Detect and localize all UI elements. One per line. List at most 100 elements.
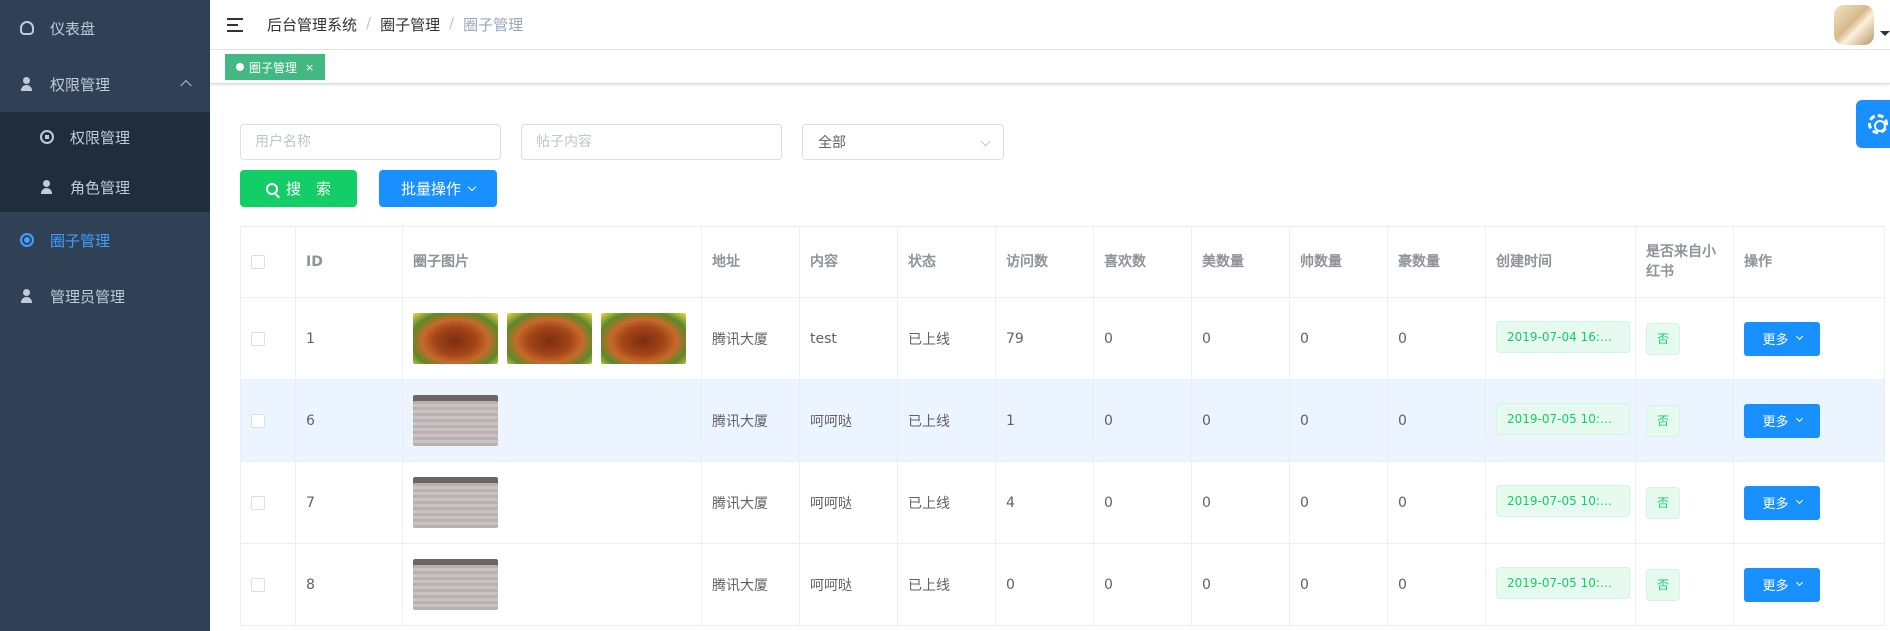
content-cell: 呵呵哒 [799, 379, 898, 462]
xhs-tag: 否 [1646, 404, 1680, 437]
images-cell [402, 461, 702, 544]
more-button[interactable]: 更多 [1744, 321, 1820, 356]
row-checkbox[interactable] [251, 413, 265, 428]
more-button-label: 更多 [1762, 497, 1789, 512]
column-header: 美数量 [1191, 226, 1290, 298]
sidebar-item-role[interactable]: 角色管理 [0, 162, 210, 212]
column-header: 状态 [897, 226, 996, 298]
circle-image[interactable] [413, 477, 498, 528]
breadcrumb: 后台管理系统 / 圈子管理 / 圈子管理 [267, 14, 523, 35]
sidebar-item-admin[interactable]: 管理员管理 [0, 268, 210, 324]
address-cell: 腾讯大厦 [701, 297, 800, 380]
content-input[interactable] [521, 124, 782, 160]
visits-cell: 79 [995, 297, 1094, 380]
avatar[interactable] [1834, 5, 1874, 45]
circle-image[interactable] [601, 313, 686, 364]
more-button[interactable]: 更多 [1744, 485, 1820, 520]
rich-cell: 0 [1387, 297, 1486, 380]
rich-cell: 0 [1387, 379, 1486, 462]
row-select-cell [240, 379, 296, 462]
beauty-cell: 0 [1191, 379, 1290, 462]
username-input[interactable] [240, 124, 501, 160]
tag-circle[interactable]: 圈子管理 × [225, 54, 326, 80]
status-select[interactable]: 全部 [802, 124, 1004, 160]
address-cell: 腾讯大厦 [701, 461, 800, 544]
table-row[interactable]: 8 腾讯大厦 呵呵哒 已上线 0 0 0 0 0 2019-07-05 10:0… [240, 543, 1885, 626]
sidebar-item-label: 圈子管理 [50, 231, 111, 250]
row-checkbox[interactable] [251, 577, 265, 592]
table-row[interactable]: 7 腾讯大厦 呵呵哒 已上线 4 0 0 0 0 2019-07-05 10:0… [240, 461, 1885, 544]
status-cell: 已上线 [897, 461, 996, 544]
table-header-row: ID 圈子图片 地址 内容 状态 访问数 喜欢数 美数量 帅数量 豪数量 创建时… [240, 226, 1885, 298]
likes-cell: 0 [1093, 543, 1192, 626]
sidebar-item-permission[interactable]: 权限管理 [0, 112, 210, 162]
row-checkbox[interactable] [251, 495, 265, 510]
created-time-tag: 2019-07-05 10:04:… [1496, 484, 1630, 517]
xhs-tag: 否 [1646, 568, 1680, 601]
content-cell: 呵呵哒 [799, 461, 898, 544]
content-cell: 呵呵哒 [799, 543, 898, 626]
circle-image[interactable] [413, 559, 498, 610]
beauty-cell: 0 [1191, 461, 1290, 544]
circle-image[interactable] [413, 313, 498, 364]
rich-cell: 0 [1387, 461, 1486, 544]
id-cell: 8 [295, 543, 403, 626]
visits-cell: 1 [995, 379, 1094, 462]
visits-cell: 0 [995, 543, 1094, 626]
search-button[interactable]: 搜 索 [240, 170, 357, 207]
column-header: ID [295, 226, 403, 298]
handsome-cell: 0 [1289, 379, 1388, 462]
id-cell: 6 [295, 379, 403, 462]
content-cell: test [799, 297, 898, 380]
beauty-cell: 0 [1191, 543, 1290, 626]
breadcrumb-item-home[interactable]: 后台管理系统 [267, 14, 357, 35]
handsome-cell: 0 [1289, 543, 1388, 626]
xhs-tag: 否 [1646, 486, 1680, 519]
action-cell: 更多 [1733, 543, 1885, 626]
created-cell: 2019-07-05 10:04:… [1485, 461, 1636, 544]
id-cell: 7 [295, 461, 403, 544]
handsome-cell: 0 [1289, 297, 1388, 380]
table-row[interactable]: 1 腾讯大厦 test 已上线 79 0 0 0 0 2019-07-04 16… [240, 297, 1885, 380]
circle-image[interactable] [413, 395, 498, 446]
user-icon [20, 289, 34, 303]
likes-cell: 0 [1093, 379, 1192, 462]
sidebar-item-label: 管理员管理 [50, 287, 126, 306]
settings-button[interactable] [1856, 100, 1890, 148]
chevron-down-icon [1795, 332, 1803, 341]
column-header: 内容 [799, 226, 898, 298]
visits-cell: 4 [995, 461, 1094, 544]
select-all-checkbox[interactable] [251, 255, 265, 269]
column-header: 访问数 [995, 226, 1094, 298]
circle-image[interactable] [507, 313, 592, 364]
table-row[interactable]: 6 腾讯大厦 呵呵哒 已上线 1 0 0 0 0 2019-07-05 10:0… [240, 379, 1885, 462]
breadcrumb-item-circle[interactable]: 圈子管理 [380, 14, 440, 35]
chevron-up-icon [180, 79, 192, 92]
hamburger-icon[interactable] [227, 17, 245, 32]
images-cell [402, 543, 702, 626]
xhs-cell: 否 [1635, 461, 1734, 544]
more-button[interactable]: 更多 [1744, 403, 1820, 438]
circle-table: ID 圈子图片 地址 内容 状态 访问数 喜欢数 美数量 帅数量 豪数量 创建时… [240, 226, 1885, 626]
more-button[interactable]: 更多 [1744, 567, 1820, 602]
chevron-down-icon [1795, 578, 1803, 587]
chevron-down-icon [980, 136, 991, 147]
sidebar-item-circle[interactable]: 圈子管理 [0, 212, 210, 268]
chevron-down-icon [467, 182, 477, 191]
batch-operation-button[interactable]: 批量操作 [379, 170, 497, 207]
sidebar-item-dashboard[interactable]: 仪表盘 [0, 0, 210, 56]
column-header: 圈子图片 [402, 226, 702, 298]
status-cell: 已上线 [897, 543, 996, 626]
sidebar-item-label: 权限管理 [50, 75, 111, 94]
action-cell: 更多 [1733, 297, 1885, 380]
column-header: 喜欢数 [1093, 226, 1192, 298]
dashboard-icon [20, 21, 34, 35]
caret-down-icon[interactable] [1880, 31, 1890, 36]
rich-cell: 0 [1387, 543, 1486, 626]
row-checkbox[interactable] [251, 331, 265, 346]
radio-icon [20, 233, 34, 247]
submenu-permission: 权限管理 角色管理 [0, 112, 210, 212]
sidebar-item-label: 角色管理 [70, 178, 131, 197]
close-icon[interactable]: × [305, 61, 314, 74]
sidebar-item-permission-group[interactable]: 权限管理 [0, 56, 210, 112]
